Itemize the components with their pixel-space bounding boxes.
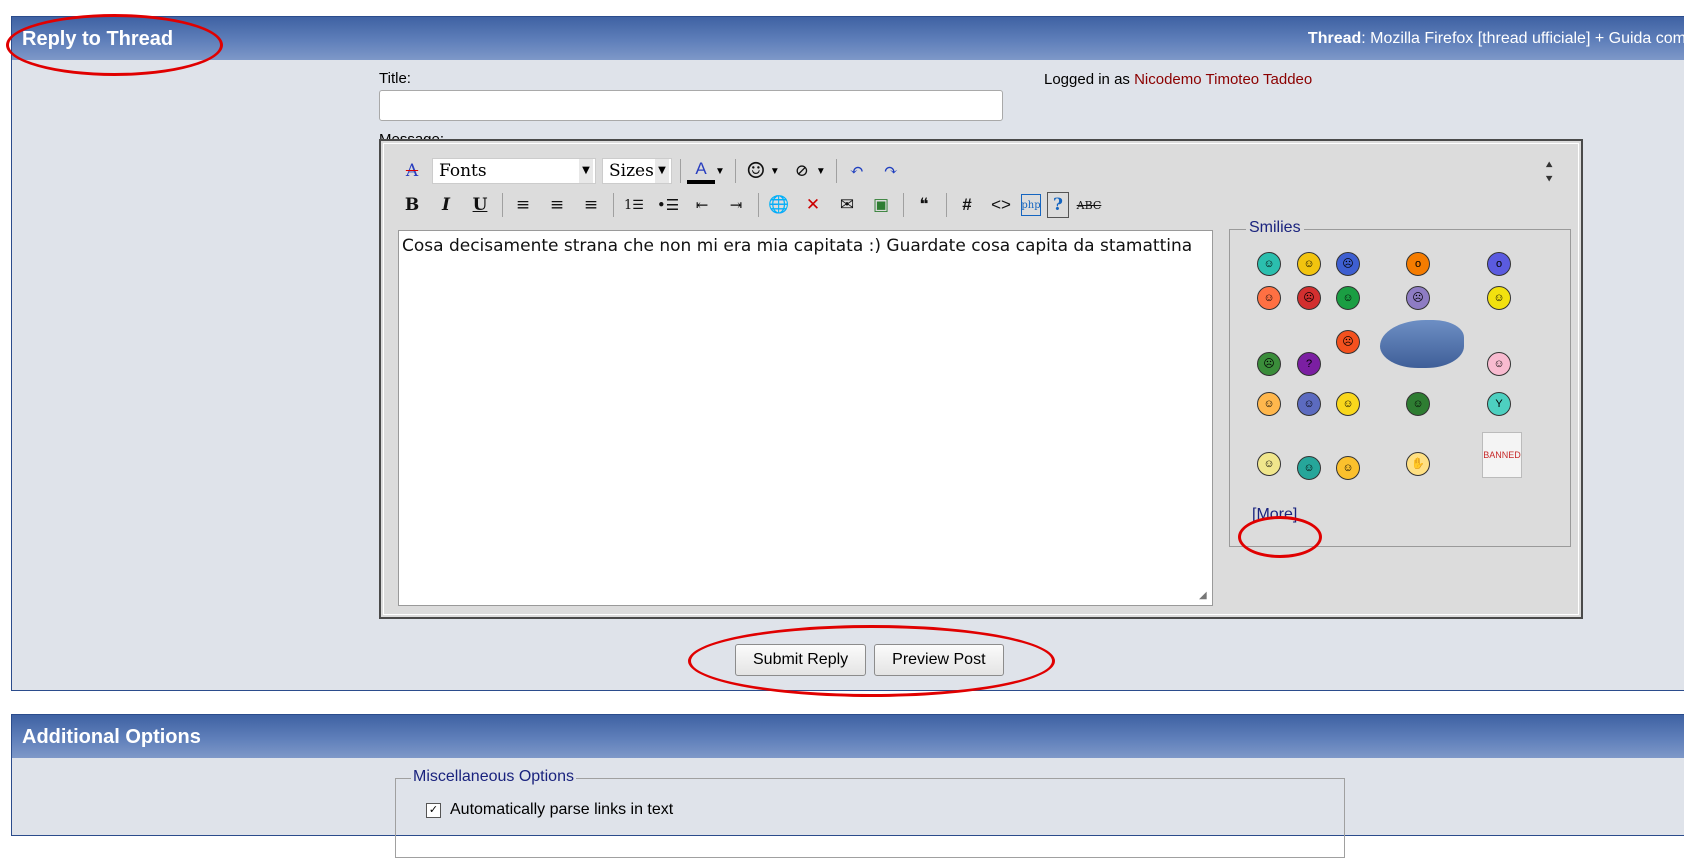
font-color-icon[interactable]: A bbox=[687, 158, 715, 184]
toolbar-separator bbox=[502, 193, 503, 217]
form-actions: Submit Reply Preview Post bbox=[735, 644, 1012, 676]
smilies-box: Smilies ☺ ☺ ☹ o o ☺ ☹ ☺ ☹ ☺ ☹ ? ☹ ☺ ☺ ☺ … bbox=[1229, 219, 1571, 547]
insert-email-icon[interactable]: ✉ bbox=[833, 191, 861, 219]
additional-options-header: Additional Options bbox=[12, 715, 1684, 758]
thread-title: : Mozilla Firefox [thread ufficiale] + G… bbox=[1361, 30, 1684, 47]
redo-icon[interactable]: ↷ bbox=[877, 157, 905, 185]
insert-image-icon[interactable]: ▣ bbox=[867, 191, 895, 219]
chevron-down-icon: ▼ bbox=[655, 159, 669, 183]
title-label: Title: bbox=[379, 70, 411, 87]
smilie-confused-icon[interactable]: ? bbox=[1297, 352, 1321, 376]
preview-post-button[interactable]: Preview Post bbox=[874, 644, 1004, 676]
wrap-code-icon[interactable]: # bbox=[953, 191, 981, 219]
attachment-icon[interactable]: ⊘ bbox=[788, 157, 816, 185]
smilie-frown-icon[interactable]: ☹ bbox=[1336, 252, 1360, 276]
smilie-sick-icon[interactable]: ☹ bbox=[1257, 352, 1281, 376]
message-editor: A Fonts ▼ Sizes ▼ A ▼ ☺ ▼ ⊘ ▼ ↶ ↷ ⯅ ⯆ B I U… bbox=[379, 139, 1583, 619]
smilie-wave-icon[interactable]: ✋ bbox=[1406, 452, 1430, 476]
smilie-reading-icon[interactable]: ☺ bbox=[1257, 452, 1281, 476]
smilie-glasses-icon[interactable]: ☺ bbox=[1336, 456, 1360, 480]
italic-icon[interactable]: I bbox=[432, 191, 460, 219]
misc-options-fieldset: Miscellaneous Options ✓ Automatically pa… bbox=[395, 768, 1345, 858]
align-center-icon[interactable]: ≡ bbox=[543, 191, 571, 219]
outdent-icon[interactable]: ⇤ bbox=[688, 191, 716, 219]
smilie-cry-icon[interactable]: ☹ bbox=[1406, 286, 1430, 310]
reply-heading: Reply to Thread bbox=[22, 28, 174, 50]
smilie-grin-icon[interactable]: ☺ bbox=[1257, 252, 1281, 276]
attachment-dropdown-icon[interactable]: ▼ bbox=[816, 166, 826, 177]
toolbar-separator bbox=[680, 159, 681, 183]
align-left-icon[interactable]: ≡ bbox=[509, 191, 537, 219]
thread-info: Thread: Mozilla Firefox [thread ufficial… bbox=[1307, 30, 1684, 47]
unordered-list-icon[interactable]: •☰ bbox=[654, 191, 682, 219]
remove-format-icon[interactable]: A bbox=[398, 157, 426, 185]
title-input[interactable] bbox=[379, 90, 1003, 121]
indent-icon[interactable]: ⇥ bbox=[722, 191, 750, 219]
submit-reply-button[interactable]: Submit Reply bbox=[735, 644, 867, 676]
smilie-smile-icon[interactable]: ☺ bbox=[1297, 252, 1321, 276]
ordered-list-icon[interactable]: 1☰ bbox=[620, 191, 648, 219]
smilie-teal-icon[interactable]: ☺ bbox=[1297, 456, 1321, 480]
collapse-toggle-icon[interactable]: ⯅ ⯆ bbox=[1544, 158, 1554, 186]
chevron-down-icon: ▼ bbox=[579, 159, 593, 183]
smilie-icon[interactable]: ☺ bbox=[742, 157, 770, 185]
sizes-select[interactable]: Sizes ▼ bbox=[602, 158, 672, 184]
toolbar-separator bbox=[613, 193, 614, 217]
smilie-mad-icon[interactable]: ☹ bbox=[1297, 286, 1321, 310]
smilie-banghead-icon[interactable]: ☹ bbox=[1336, 330, 1360, 354]
smilie-tongue-icon[interactable]: ☺ bbox=[1336, 286, 1360, 310]
smilie-cool-icon[interactable]: ☺ bbox=[1257, 286, 1281, 310]
toolbar-separator bbox=[835, 159, 837, 183]
username-link[interactable]: Nicodemo Timoteo Taddeo bbox=[1134, 71, 1312, 88]
logged-in-info: Logged in as Nicodemo Timoteo Taddeo bbox=[1044, 71, 1313, 88]
more-smilies-link[interactable]: [More] bbox=[1252, 506, 1297, 524]
toolbar-separator bbox=[946, 193, 947, 217]
smilie-bigsmile-icon[interactable]: ☺ bbox=[1336, 392, 1360, 416]
editor-toolbar-top: A Fonts ▼ Sizes ▼ A ▼ ☺ ▼ ⊘ ▼ ↶ ↷ bbox=[398, 156, 911, 186]
smilie-tooth-icon[interactable]: Y bbox=[1487, 392, 1511, 416]
php-icon[interactable]: php bbox=[1021, 194, 1041, 216]
auto-parse-links-label: Automatically parse links in text bbox=[450, 801, 674, 818]
smilies-legend: Smilies bbox=[1246, 219, 1304, 237]
underline-icon[interactable]: U bbox=[466, 191, 494, 219]
smilie-dropdown-icon[interactable]: ▼ bbox=[770, 166, 780, 177]
toolbar-separator bbox=[758, 193, 759, 217]
misc-options-legend: Miscellaneous Options bbox=[411, 768, 576, 786]
align-right-icon[interactable]: ≡ bbox=[577, 191, 605, 219]
auto-parse-links-option: ✓ Automatically parse links in text bbox=[426, 801, 673, 819]
smilie-pig-icon[interactable]: ☺ bbox=[1487, 352, 1511, 376]
smilie-eek-icon[interactable]: o bbox=[1406, 252, 1430, 276]
undo-icon[interactable]: ↶ bbox=[843, 157, 871, 185]
html-icon[interactable]: <> bbox=[987, 191, 1015, 219]
smilie-ruler-icon[interactable]: ☺ bbox=[1257, 392, 1281, 416]
smilie-shark-icon[interactable] bbox=[1380, 320, 1464, 368]
smilie-laugh-icon[interactable]: ☺ bbox=[1406, 392, 1430, 416]
toolbar-separator bbox=[734, 159, 736, 183]
auto-parse-links-checkbox[interactable]: ✓ bbox=[426, 802, 441, 818]
remove-link-icon[interactable]: ✕ bbox=[799, 191, 827, 219]
reply-panel-header: Reply to Thread Thread: Mozilla Firefox … bbox=[12, 17, 1684, 60]
additional-options-heading: Additional Options bbox=[22, 726, 201, 748]
spell-check-icon[interactable]: ABC bbox=[1075, 191, 1103, 219]
bold-icon[interactable]: B bbox=[398, 191, 426, 219]
message-textarea[interactable]: Cosa decisamente strana che non mi era m… bbox=[398, 230, 1213, 606]
smilie-blindfold-icon[interactable]: ☺ bbox=[1297, 392, 1321, 416]
quote-icon[interactable]: ❝ bbox=[910, 191, 938, 219]
editor-toolbar-bottom: B I U ≡ ≡ ≡ 1☰ •☰ ⇤ ⇥ 🌐 ✕ ✉ ▣ ❝ # <> php… bbox=[398, 190, 1109, 220]
fonts-select[interactable]: Fonts ▼ bbox=[432, 158, 596, 184]
resize-grip-icon[interactable]: ◢ bbox=[1199, 590, 1207, 601]
help-icon[interactable]: ? bbox=[1047, 192, 1069, 218]
toolbar-separator bbox=[903, 193, 904, 217]
font-color-dropdown-icon[interactable]: ▼ bbox=[715, 166, 725, 177]
smilie-wink-icon[interactable]: ☺ bbox=[1487, 286, 1511, 310]
smilie-shocked-icon[interactable]: o bbox=[1487, 252, 1511, 276]
insert-link-icon[interactable]: 🌐 bbox=[765, 191, 793, 219]
smilie-banned-icon[interactable]: BANNED bbox=[1482, 432, 1522, 478]
